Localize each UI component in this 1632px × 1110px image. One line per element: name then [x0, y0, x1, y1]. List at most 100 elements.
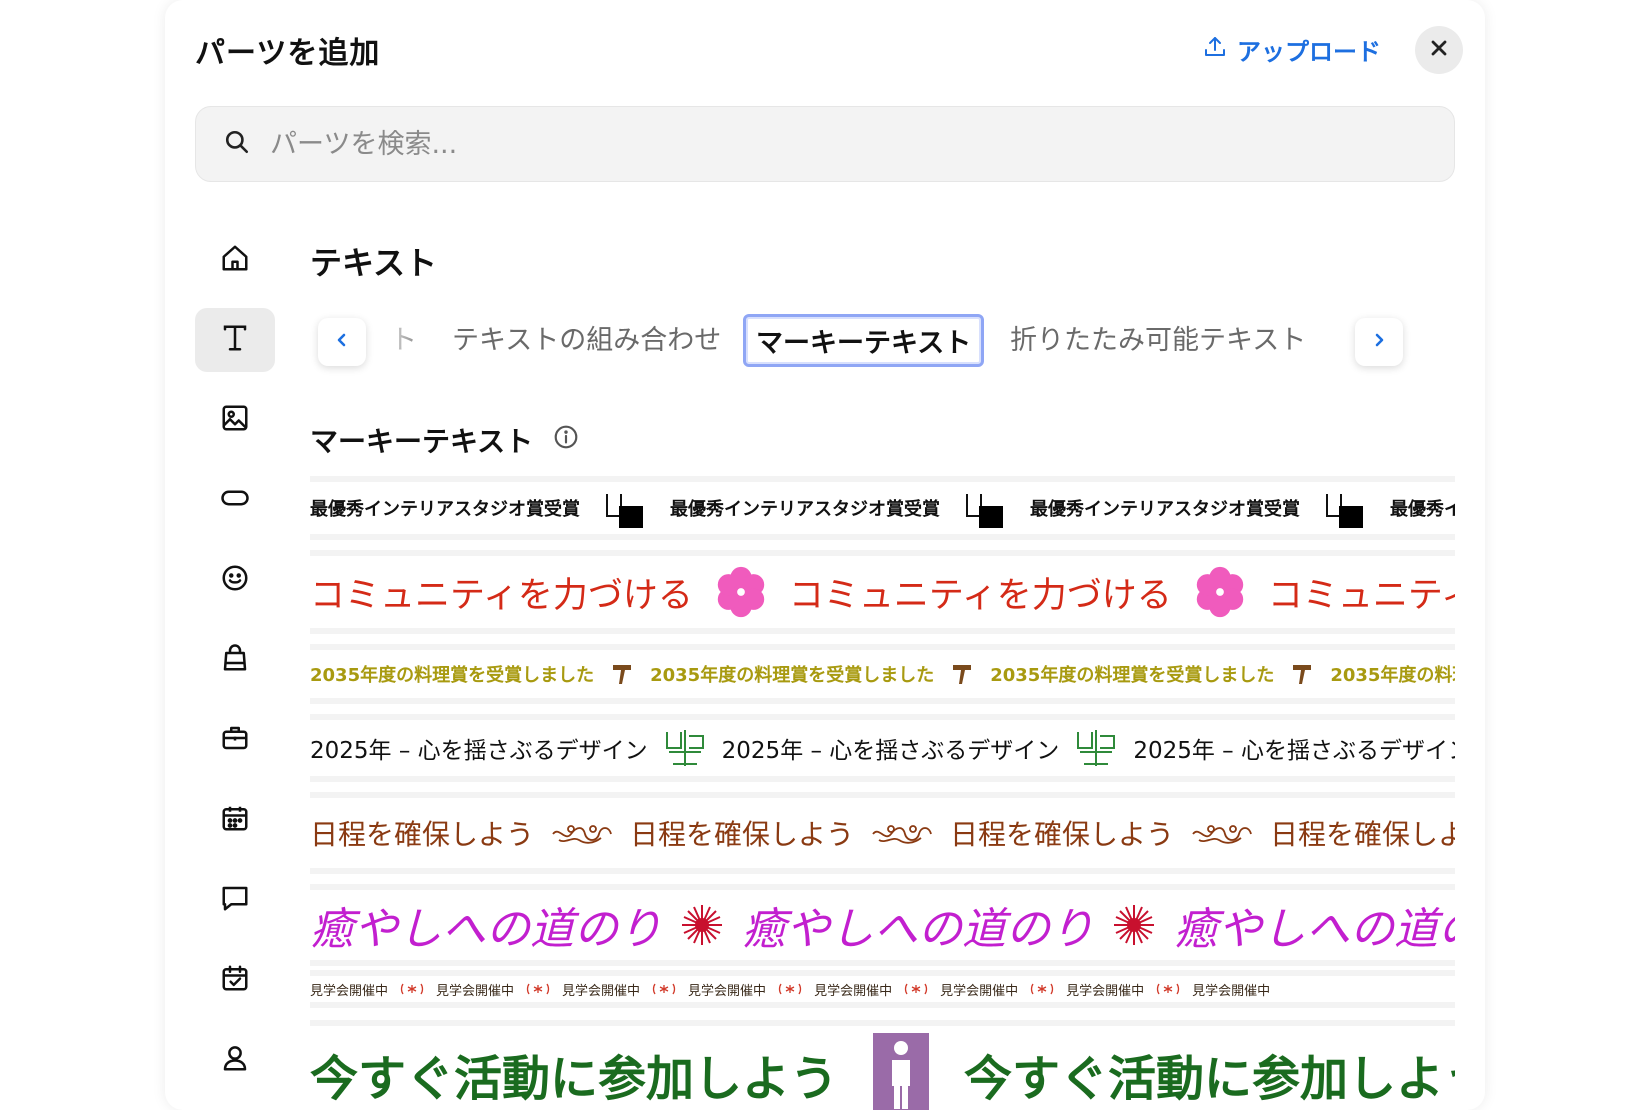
marquee-segment: 2025年 – 心を揺さぶるデザイン	[1133, 731, 1455, 765]
search-input[interactable]	[268, 127, 1372, 161]
marquee-segment: コミュニティを力づける	[310, 567, 693, 618]
sidebar-item-home[interactable]	[195, 228, 275, 292]
sidebar-item-store[interactable]	[195, 628, 275, 692]
tabs-next-button[interactable]	[1355, 318, 1403, 366]
page-title: パーツを追加	[195, 36, 381, 71]
marquee-text: 2025年 – 心を揺さぶるデザイン	[310, 738, 648, 764]
sidebar-item-text[interactable]	[195, 308, 275, 372]
marquee-text: 最優秀インテリアスタジオ賞受賞	[670, 499, 940, 520]
marquee-item-healing[interactable]: 癒やしへの道のり 癒やしへの道のり 癒やしへの道のり	[310, 884, 1455, 966]
marquee-item-join[interactable]: 今すぐ活動に参加しよう 今すぐ活動に参加しよう	[310, 1020, 1455, 1110]
search-bar	[195, 106, 1455, 182]
marquee-item-design[interactable]: 2025年 – 心を揺さぶるデザイン 2025年 – 心を揺さぶるデザイン 20…	[310, 714, 1455, 782]
search-icon	[196, 129, 250, 159]
sidebar-item-image[interactable]	[195, 388, 275, 452]
marquee-text: 癒やしへの道のり	[1174, 904, 1455, 955]
marquee-segment: 見学会開催中	[562, 980, 640, 999]
red-asterisk-icon	[766, 982, 814, 996]
close-button[interactable]	[1415, 26, 1463, 74]
marquee-text: 2025年 – 心を揺さぶるデザイン	[1133, 738, 1455, 764]
green-glyph-icon	[648, 728, 722, 768]
sidebar-item-chat[interactable]	[195, 868, 275, 932]
marquee-segment: 2035年度の料理賞を受賞しました	[310, 661, 594, 687]
sidebar-item-bookings[interactable]	[195, 948, 275, 1012]
marquee-text: 今すぐ活動に参加しよう	[310, 1051, 839, 1107]
marquee-text: 癒やしへの道のり	[310, 904, 662, 955]
marquee-text: 最優秀インテリアスタジオ賞受賞	[1030, 499, 1300, 520]
marquee-text: 見学会開催中	[1192, 983, 1271, 999]
red-asterisk-icon	[892, 982, 940, 996]
marquee-segment: 見学会開催中	[1066, 980, 1144, 999]
marquee-segment: 日程を確保しよう	[310, 813, 534, 853]
marquee-text: 2035年度の料理賞を受賞しました	[1330, 665, 1455, 686]
sidebar-item-events[interactable]	[195, 788, 275, 852]
marquee-item-open-house[interactable]: 見学会開催中 見学会開催中 見学会開催中 見学会開催中 見学会開催中 見学会開催…	[310, 970, 1455, 1008]
tab-marquee-text[interactable]: マーキーテキスト	[743, 314, 985, 367]
chat-icon	[220, 883, 250, 917]
marquee-item-schedule[interactable]: 日程を確保しよう 日程を確保しよう 日程を確保しよう 日程を確保しよう	[310, 792, 1455, 874]
sidebar-item-members[interactable]	[195, 1028, 275, 1092]
marquee-text: 日程を確保しよう	[630, 818, 855, 851]
marquee-segment: 最優秀インテリアスタジオ賞受賞	[1030, 495, 1300, 521]
pink-flower-icon	[693, 563, 789, 621]
red-starburst-icon	[662, 903, 742, 947]
marquee-segment: 見学会開催中	[688, 980, 766, 999]
bag-icon	[220, 643, 250, 677]
marquee-text: 2025年 – 心を揺さぶるデザイン	[721, 738, 1060, 764]
marquee-item-award[interactable]: 最優秀インテリアスタジオ賞受賞 最優秀インテリアスタジオ賞受賞 最優秀インテリア…	[310, 476, 1455, 540]
marquee-text: 2035年度の料理賞を受賞しました	[990, 665, 1275, 686]
brown-t-icon	[1274, 662, 1330, 686]
close-icon	[1429, 38, 1449, 62]
tabs-prev-button[interactable]	[318, 318, 366, 366]
red-asterisk-icon	[514, 982, 562, 996]
marquee-segment: 癒やしへの道のり	[310, 893, 662, 957]
marquee-text: 最優秀インテリアスタジオ賞受賞	[1390, 499, 1455, 520]
sidebar-item-services[interactable]	[195, 708, 275, 772]
marquee-item-culinary[interactable]: 2035年度の料理賞を受賞しました 2035年度の料理賞を受賞しました 2035…	[310, 644, 1455, 704]
brown-t-icon	[594, 662, 650, 686]
category-sidebar	[195, 228, 275, 1108]
smiley-icon	[220, 563, 250, 597]
red-asterisk-icon	[388, 982, 436, 996]
marquee-segment: 2035年度の料理賞を受賞しました	[1330, 661, 1455, 687]
purple-figure-icon	[838, 1033, 964, 1110]
add-parts-panel: パーツを追加 アップロード パーツを検索... テキスト テキストの組み合わせ …	[165, 0, 1485, 1110]
marquee-segment: 2035年度の料理賞を受賞しました	[990, 661, 1274, 687]
chevron-left-icon	[334, 332, 350, 352]
calendar-icon	[220, 803, 250, 837]
marquee-text: 見学会開催中	[940, 983, 1019, 999]
tab-text-combination[interactable]: テキストの組み合わせ	[452, 318, 721, 357]
home-icon	[220, 243, 250, 277]
marquee-segment: 2025年 – 心を揺さぶるデザイン	[722, 731, 1060, 765]
marquee-segment: 癒やしへの道のり	[1174, 893, 1455, 957]
marquee-item-community[interactable]: コミュニティを力づける コミュニティを力づける コミュニティを力づける	[310, 550, 1455, 634]
tab-collapsible-text[interactable]: 折りたたみ可能テキスト	[1010, 318, 1306, 357]
marquee-segment: 見学会開催中	[1192, 980, 1270, 999]
subcategory-tabs: ト テキストの組み合わせ マーキーテキスト 折りたたみ可能テキスト	[310, 312, 1455, 372]
marquee-text: コミュニティを力づける	[310, 575, 693, 616]
bracket-square-icon	[580, 488, 670, 528]
marquee-text: 見学会開催中	[310, 983, 389, 999]
marquee-segment: 見学会開催中	[436, 980, 514, 999]
sidebar-item-emoji[interactable]	[195, 548, 275, 612]
marquee-segment: 見学会開催中	[814, 980, 892, 999]
marquee-segment: 2025年 – 心を揺さぶるデザイン	[310, 731, 648, 765]
marquee-segment: 2035年度の料理賞を受賞しました	[650, 661, 934, 687]
image-icon	[220, 403, 250, 437]
marquee-segment: 最優秀インテリアスタジオ賞受賞	[670, 495, 940, 521]
marquee-segment: コミュニティを力づける	[789, 567, 1172, 618]
upload-label: アップロード	[1237, 38, 1381, 66]
pink-flower-icon	[1172, 563, 1268, 621]
sidebar-item-button[interactable]	[195, 468, 275, 532]
marquee-segment: 見学会開催中	[940, 980, 1018, 999]
calendar-check-icon	[220, 963, 250, 997]
info-icon[interactable]	[553, 424, 579, 457]
marquee-text: 見学会開催中	[1066, 983, 1145, 999]
marquee-text: 2035年度の料理賞を受賞しました	[650, 665, 935, 686]
text-icon	[220, 323, 250, 357]
upload-button[interactable]: アップロード	[1203, 32, 1381, 67]
button-icon	[219, 483, 251, 517]
marquee-segment: 最優秀インテリアスタジオ賞受賞	[310, 495, 580, 521]
marquee-text: コミュニティを力づける	[1267, 575, 1455, 616]
marquee-text: 2035年度の料理賞を受賞しました	[310, 665, 595, 686]
